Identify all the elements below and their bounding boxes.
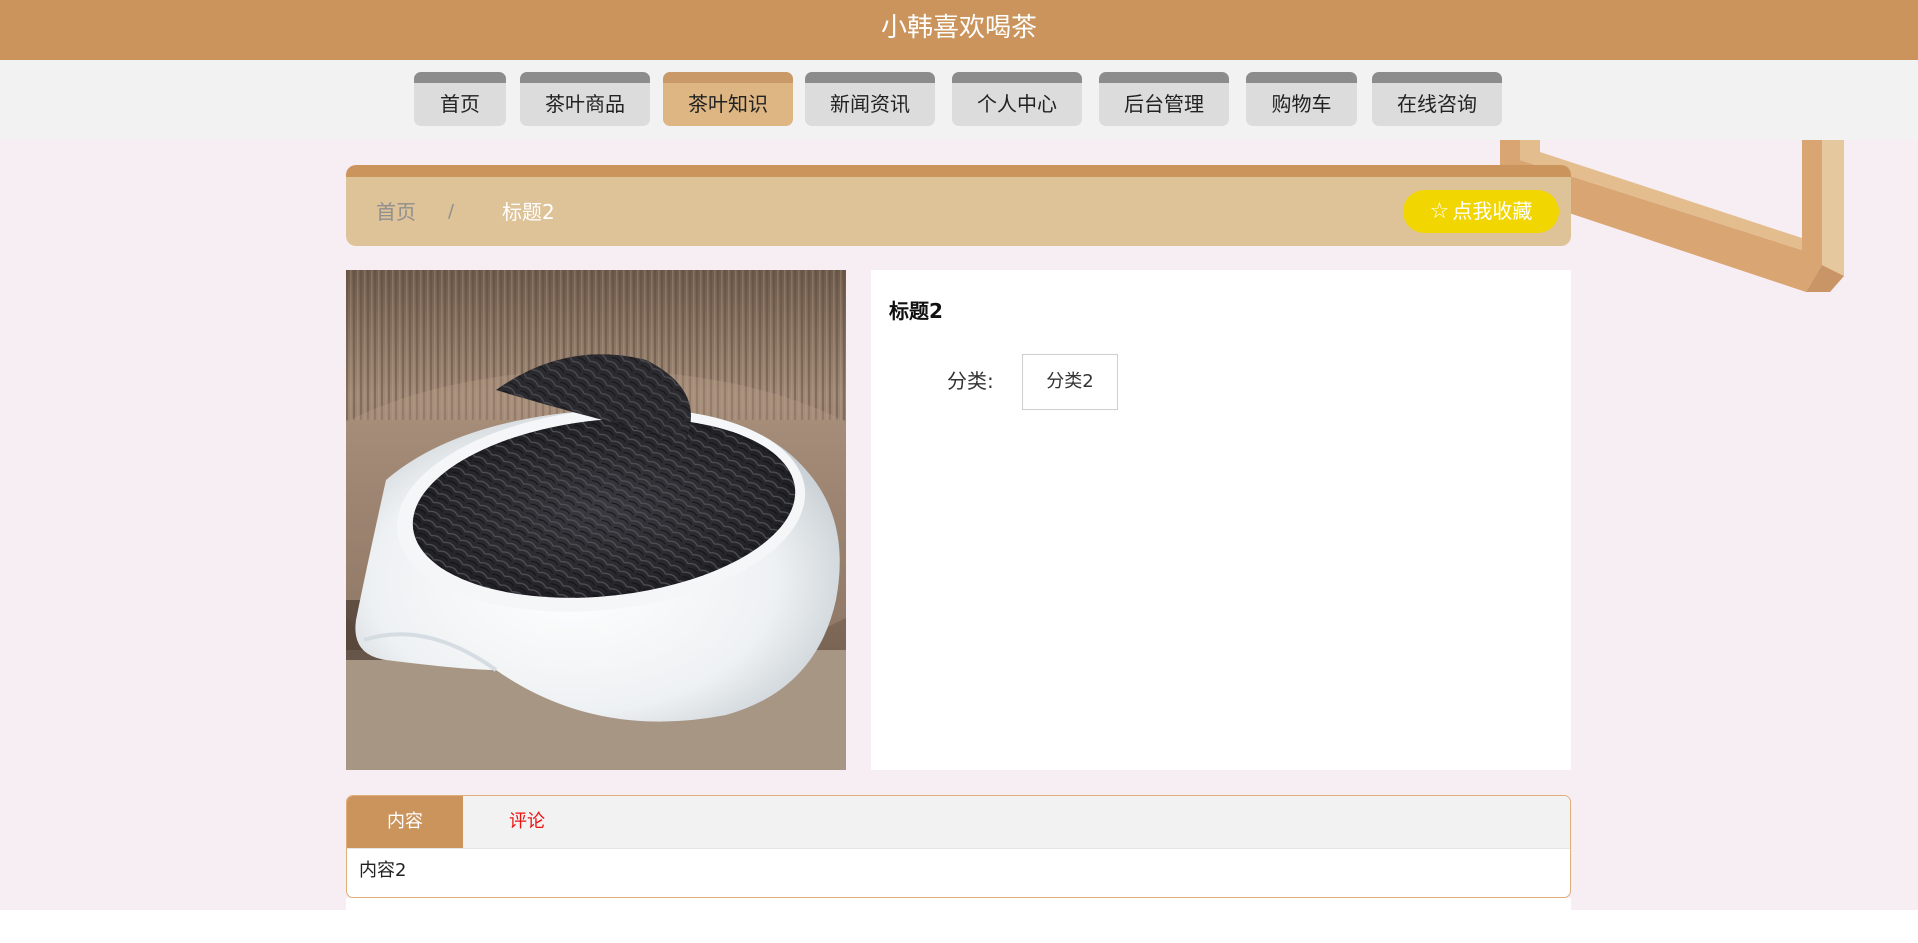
content-footer-strip — [346, 898, 1571, 910]
breadcrumb-separator: / — [448, 201, 455, 222]
detail-title: 标题2 — [889, 299, 943, 323]
nav-item-online-consult[interactable]: 在线咨询 — [1372, 72, 1502, 126]
tea-photo — [346, 270, 846, 770]
detail-tabs: 内容 评论 内容2 — [346, 795, 1571, 898]
star-outline-icon: ☆ — [1429, 199, 1450, 224]
site-title: 小韩喜欢喝茶 — [880, 13, 1037, 43]
tab-content[interactable]: 内容 — [347, 796, 463, 848]
tab-comments[interactable]: 评论 — [463, 796, 591, 848]
tab-content-body: 内容2 — [359, 860, 407, 881]
category-label: 分类: — [947, 369, 994, 393]
breadcrumb-current: 标题2 — [502, 200, 555, 224]
main-nav: 首页 茶叶商品 茶叶知识 新闻资讯 个人中心 后台管理 购物车 在线咨询 — [0, 60, 1918, 140]
site-header: 小韩喜欢喝茶 — [0, 0, 1918, 60]
favorite-button-label: 点我收藏 — [1452, 199, 1533, 223]
nav-item-admin[interactable]: 后台管理 — [1099, 72, 1229, 126]
tabs-header: 内容 评论 — [347, 796, 1570, 849]
detail-info-panel: 标题2 分类: 分类2 — [871, 270, 1571, 770]
nav-item-news[interactable]: 新闻资讯 — [805, 72, 935, 126]
nav-item-home[interactable]: 首页 — [414, 72, 506, 126]
nav-item-cart[interactable]: 购物车 — [1246, 72, 1357, 126]
favorite-button[interactable]: ☆ 点我收藏 — [1403, 190, 1559, 233]
nav-item-tea-products[interactable]: 茶叶商品 — [520, 72, 650, 126]
breadcrumb-home-link[interactable]: 首页 — [376, 197, 416, 227]
breadcrumb-bar: 首页 / 标题2 ☆ 点我收藏 — [346, 165, 1571, 246]
nav-item-personal-center[interactable]: 个人中心 — [952, 72, 1082, 126]
nav-item-tea-knowledge[interactable]: 茶叶知识 — [663, 72, 793, 126]
category-value: 分类2 — [1022, 354, 1118, 410]
